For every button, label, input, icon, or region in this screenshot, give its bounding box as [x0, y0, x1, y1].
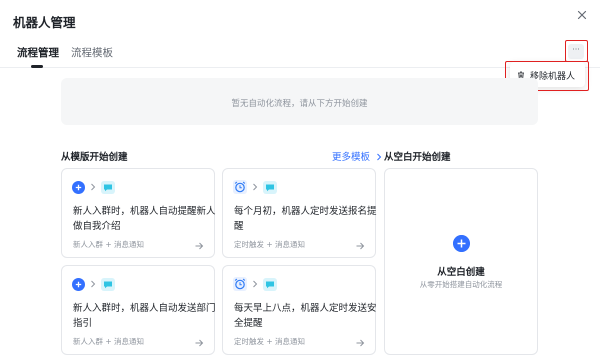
highlight-box-more-button — [565, 40, 588, 62]
card-meta: 定时触发 + 消息通知 — [234, 240, 306, 249]
chevron-right-icon — [91, 280, 96, 288]
card-meta: 定时触发 + 消息通知 — [234, 337, 306, 346]
arrow-right-icon — [195, 242, 204, 250]
card-icons — [72, 277, 115, 291]
active-tab-indicator — [31, 65, 43, 68]
card-description: 每天早上八点，机器人定时发送安全提醒 — [234, 303, 377, 329]
arrow-right-icon — [356, 339, 365, 347]
blank-section-title: 从空白开始创建 — [384, 152, 451, 163]
more-templates-label: 更多模板 — [332, 152, 371, 163]
message-icon — [263, 277, 277, 291]
plus-icon — [453, 235, 470, 252]
chevron-right-icon — [91, 183, 96, 191]
chevron-right-icon — [253, 280, 258, 288]
empty-state: 暂无自动化流程，请从下方开始创建 — [61, 78, 538, 125]
member-join-icon — [72, 180, 85, 194]
arrow-right-icon — [195, 339, 204, 347]
blank-card-subtitle: 从零开始搭建自动化流程 — [419, 280, 503, 289]
tab-process-templates[interactable]: 流程模板 — [71, 45, 113, 60]
card-meta: 新人入群 + 消息通知 — [73, 240, 145, 249]
card-description: 新人入群时，机器人自动发送部门指引 — [73, 303, 216, 329]
message-icon — [263, 180, 277, 194]
template-card[interactable]: 新人入群时，机器人自动提醒新人做自我介绍 新人入群 + 消息通知 — [61, 168, 216, 258]
template-card[interactable]: 每个月初，机器人定时发送报名提醒 定时触发 + 消息通知 — [222, 168, 377, 258]
card-description: 新人入群时，机器人自动提醒新人做自我介绍 — [73, 206, 216, 232]
more-templates-link[interactable]: 更多模板 — [332, 149, 383, 163]
create-from-blank-card[interactable]: 从空白创建 从零开始搭建自动化流程 — [384, 168, 538, 355]
tab-process-management[interactable]: 流程管理 — [17, 45, 59, 60]
card-description: 每个月初，机器人定时发送报名提醒 — [234, 206, 377, 232]
empty-state-text: 暂无自动化流程，请从下方开始创建 — [231, 99, 368, 109]
card-meta: 新人入群 + 消息通知 — [73, 337, 145, 346]
template-card[interactable]: 每天早上八点，机器人定时发送安全提醒 定时触发 + 消息通知 — [222, 265, 377, 355]
close-icon[interactable] — [575, 8, 589, 22]
message-icon — [101, 180, 115, 194]
blank-card-title: 从空白创建 — [437, 267, 485, 278]
card-icons — [233, 277, 277, 291]
alarm-clock-icon — [233, 277, 247, 291]
alarm-clock-icon — [233, 180, 247, 194]
member-join-icon — [72, 277, 85, 291]
arrow-right-icon — [356, 242, 365, 250]
card-icons — [233, 180, 277, 194]
chevron-right-icon — [253, 183, 258, 191]
message-icon — [101, 277, 115, 291]
chevron-right-icon — [377, 153, 382, 161]
card-icons — [72, 180, 115, 194]
dialog-title: 机器人管理 — [13, 15, 76, 30]
robot-management-dialog: 机器人管理 流程管理 流程模板 ··· 移除机器人 暂无自动化流程，请从下方开始… — [0, 0, 600, 359]
template-card[interactable]: 新人入群时，机器人自动发送部门指引 新人入群 + 消息通知 — [61, 265, 216, 355]
templates-section-title: 从模版开始创建 — [61, 152, 128, 163]
